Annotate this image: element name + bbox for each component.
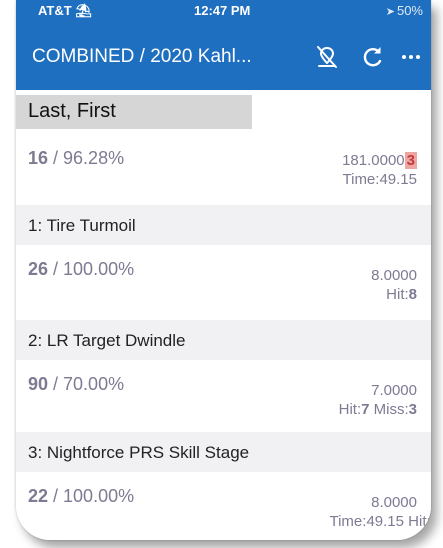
carrier-name: AT&T — [38, 3, 72, 18]
detail-line: Hit:7 Miss:3 — [339, 401, 417, 418]
detail-label: Hit: — [386, 286, 409, 303]
percent-value: / 100.00% — [48, 259, 135, 279]
score-block: 7.0000 Hit:7 Miss:3 — [339, 382, 417, 418]
page-title: COMBINED / 2020 Kahl... — [32, 46, 252, 67]
points-summary: 22 / 100.00% — [28, 486, 134, 507]
detail-label: Time: — [342, 171, 380, 188]
stage-header[interactable]: 1: Tire Turmoil — [16, 205, 431, 245]
points-value: 22 — [28, 486, 49, 506]
rank-badge: 3 — [404, 152, 417, 169]
score-block: 8.0000 Hit:8 — [371, 267, 417, 303]
wifi-icon: ⛱ — [75, 3, 92, 18]
score-value: 8.0000 — [371, 494, 417, 511]
detail-line: Time:49.15 Hit:8 — [329, 513, 431, 530]
location-arrow-icon: ➤ — [385, 6, 395, 18]
stage-result-row[interactable]: 22 / 100.00% 8.0000 Time:49.15 Hit:8 — [16, 472, 431, 540]
app-header: COMBINED / 2020 Kahl... — [16, 22, 431, 90]
stage-header[interactable]: 3: Nightforce PRS Skill Stage — [16, 432, 431, 472]
stage-result-row[interactable]: 90 / 70.00% 7.0000 Hit:7 Miss:3 — [16, 360, 431, 430]
detail-value: 49.15 — [379, 171, 417, 188]
stage-title: 2: LR Target Dwindle — [28, 331, 186, 350]
status-bar: AT&T ⛱ 12:47 PM ➤ 50% — [16, 0, 431, 22]
detail-value: 3 — [408, 401, 417, 418]
score-value: 181.0000 — [342, 152, 405, 169]
detail-value: 49.15 — [366, 513, 404, 530]
phone-screen: AT&T ⛱ 12:47 PM ➤ 50% COMBINED / 2020 Kah… — [16, 0, 431, 540]
pin-off-icon[interactable] — [312, 42, 342, 72]
status-time: 12:47 PM — [194, 3, 251, 18]
stage-title: 1: Tire Turmoil — [28, 216, 136, 235]
more-icon[interactable] — [396, 42, 426, 72]
points-summary: 26 / 100.00% — [28, 259, 134, 280]
stage-header[interactable]: 2: LR Target Dwindle — [16, 320, 431, 360]
score-block: 8.0000 Time:49.15 Hit:8 — [329, 494, 431, 530]
detail-label: Miss: — [369, 401, 409, 418]
score-value: 8.0000 — [371, 267, 417, 284]
stage-title: 3: Nightforce PRS Skill Stage — [28, 443, 250, 462]
carrier-label: AT&T ⛱ — [38, 3, 92, 19]
points-summary: 90 / 70.00% — [28, 374, 124, 395]
points-summary: 16 / 96.28% — [28, 148, 124, 169]
points-value: 26 — [28, 259, 49, 279]
score-line: 181.0000 3 — [342, 152, 417, 169]
competitor-name-label: Last, First — [16, 95, 252, 129]
detail-label: Time: — [329, 513, 367, 530]
refresh-icon[interactable] — [358, 42, 388, 72]
detail-value: 8 — [408, 286, 417, 303]
points-value: 90 — [28, 374, 49, 394]
detail-label: Hit: — [403, 513, 431, 530]
percent-value: / 100.00% — [48, 486, 135, 506]
score-value: 7.0000 — [371, 382, 417, 399]
battery-percent: 50% — [396, 3, 423, 18]
score-block: 181.0000 3 Time:49.15 — [342, 152, 417, 188]
percent-value: / 70.00% — [48, 374, 125, 394]
points-value: 16 — [28, 148, 49, 168]
stage-result-row[interactable]: 26 / 100.00% 8.0000 Hit:8 — [16, 245, 431, 315]
percent-value: / 96.28% — [48, 148, 125, 168]
detail-label: Hit: — [338, 401, 362, 418]
battery-indicator: ➤ 50% — [386, 3, 423, 18]
detail-line: Hit:8 — [371, 286, 417, 303]
detail-line: Time:49.15 — [342, 171, 418, 188]
